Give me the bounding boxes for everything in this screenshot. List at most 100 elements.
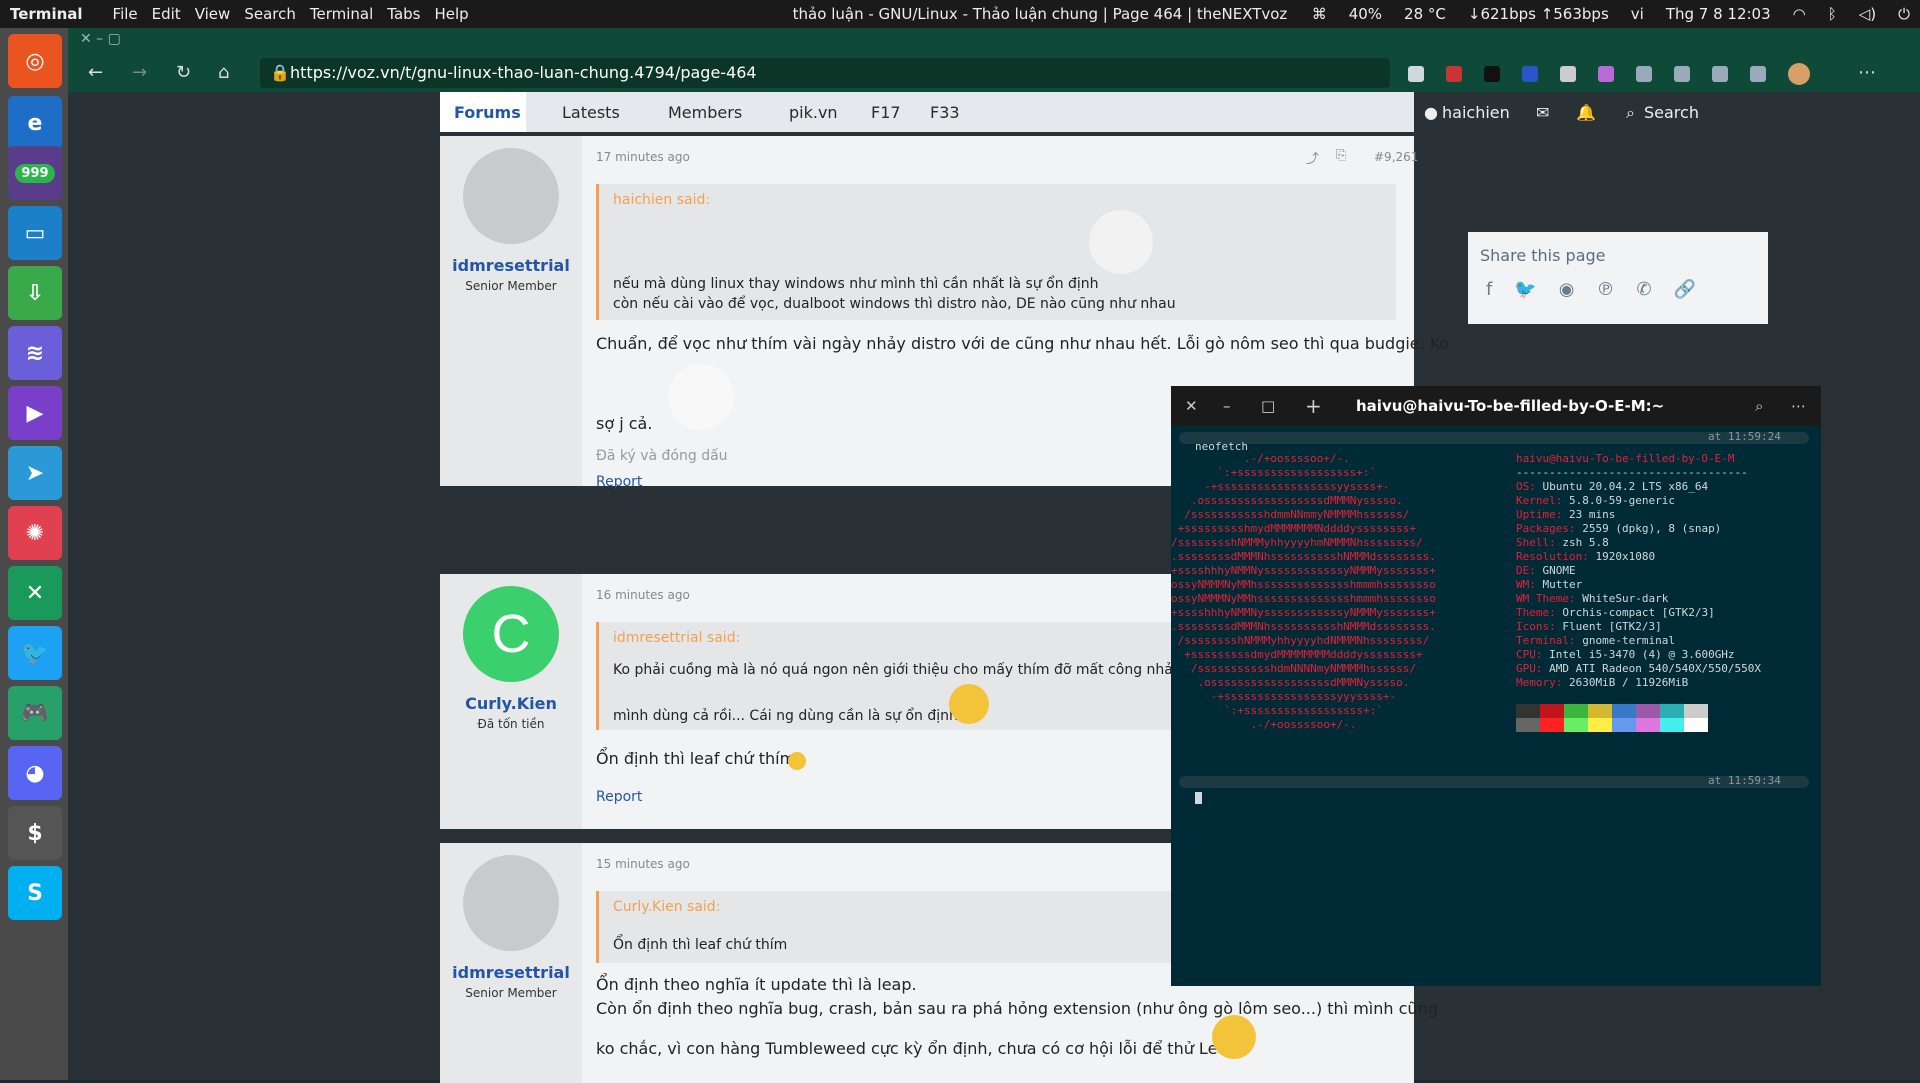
extensions-icon[interactable] [1636, 66, 1652, 82]
home-icon[interactable]: ⌂ [218, 62, 229, 83]
menu-help[interactable]: Help [434, 5, 468, 23]
menu-search[interactable]: Search [244, 5, 296, 23]
reload-icon[interactable]: ↻ [176, 62, 191, 83]
report-link[interactable]: Report [596, 789, 642, 805]
play-icon[interactable]: ▶ [8, 386, 62, 440]
avatar[interactable]: C [463, 586, 559, 682]
twitter-icon[interactable]: 🐦 [8, 626, 62, 680]
status-temp[interactable]: 28 °C [1404, 5, 1446, 23]
info-row: DE: GNOME [1516, 564, 1576, 577]
share-post-icon[interactable]: ⤴ [1306, 148, 1319, 167]
post-time[interactable]: 16 minutes ago [596, 588, 690, 602]
profile-avatar[interactable] [1788, 63, 1810, 85]
forward-icon[interactable]: → [132, 62, 147, 83]
gamepad-icon[interactable]: 🎮 [8, 686, 62, 740]
status-clock[interactable]: Thg 7 8 12:03 [1666, 5, 1771, 23]
nav-latests[interactable]: Latests [562, 103, 620, 122]
pinwheel-icon[interactable]: ✺ [8, 506, 62, 560]
share-icon[interactable] [1750, 66, 1766, 82]
telegram-icon[interactable]: ➤ [8, 446, 62, 500]
notification-badge[interactable]: 999 [8, 146, 62, 200]
wave-icon[interactable]: ≋ [8, 326, 62, 380]
favorites-icon[interactable] [1674, 66, 1690, 82]
status-cpu[interactable]: 40% [1349, 5, 1382, 23]
share-title: Share this page [1480, 246, 1606, 265]
quote-author[interactable]: haichien said: [599, 184, 1396, 208]
menu-terminal[interactable]: Terminal [310, 5, 373, 23]
nav-user[interactable]: haichien [1442, 103, 1510, 122]
extension-5-icon[interactable] [1560, 66, 1576, 82]
pinterest-icon[interactable]: ℗ [1596, 279, 1614, 300]
post-1-user: idmresettrial Senior Member [440, 136, 582, 486]
lock-icon: 🔒 [270, 63, 290, 82]
nav-f33[interactable]: F33 [930, 103, 960, 122]
download-icon[interactable]: ⇩ [8, 266, 62, 320]
files-icon[interactable]: ▭ [8, 206, 62, 260]
info-row: WM Theme: WhiteSur-dark [1516, 592, 1669, 605]
nav-f17[interactable]: F17 [871, 103, 901, 122]
app-name[interactable]: Terminal [10, 5, 83, 23]
bell-icon[interactable]: 🔔 [1576, 103, 1596, 122]
extension-4-icon[interactable] [1522, 66, 1538, 82]
user-title: Đã tốn tiền [477, 717, 545, 731]
money-icon[interactable]: $ [8, 806, 62, 860]
browser-icon[interactable]: e [8, 96, 62, 150]
nav-search[interactable]: Search [1644, 103, 1699, 122]
window-controls[interactable]: ✕ – ▢ [80, 31, 121, 47]
discord-icon[interactable]: ◕ [8, 746, 62, 800]
avatar[interactable] [463, 855, 559, 951]
volume-icon[interactable]: ◁) [1859, 5, 1876, 23]
menu-tabs[interactable]: Tabs [387, 5, 420, 23]
crossover-icon[interactable]: ✕ [8, 566, 62, 620]
reddit-icon[interactable]: ◉ [1559, 279, 1575, 300]
status-net[interactable]: ↓621bps ↑563bps [1468, 5, 1609, 23]
extension-3-icon[interactable] [1484, 66, 1500, 82]
inbox-icon[interactable]: ✉ [1536, 103, 1549, 122]
ubuntu-icon[interactable]: ◎ [8, 34, 62, 88]
wifi-icon[interactable]: ◠ [1793, 5, 1806, 23]
bookmark-icon[interactable]: ⎘ [1336, 148, 1346, 163]
facebook-icon[interactable]: f [1486, 279, 1492, 300]
extension-2-icon[interactable] [1446, 66, 1462, 82]
maximize-icon[interactable]: □ [1261, 397, 1275, 415]
search-icon[interactable]: ⌕ [1755, 397, 1763, 415]
menu-icon[interactable]: ⋯ [1791, 397, 1806, 415]
collections-icon[interactable] [1712, 66, 1728, 82]
tab-strip: ✕ – ▢ [68, 28, 1920, 54]
nav-pik[interactable]: pik.vn [789, 103, 838, 122]
link-icon[interactable]: 🔗 [1674, 279, 1696, 300]
whatsapp-icon[interactable]: ✆ [1636, 279, 1651, 300]
more-icon[interactable]: ⋯ [1858, 62, 1876, 83]
avatar[interactable] [463, 148, 559, 244]
search-icon[interactable]: ⌕ [1626, 103, 1635, 123]
back-icon[interactable]: ← [88, 62, 103, 83]
menu-file[interactable]: File [113, 5, 138, 23]
minimize-icon[interactable]: – [1223, 397, 1231, 415]
username[interactable]: idmresettrial [440, 256, 582, 275]
extension-6-icon[interactable] [1598, 66, 1614, 82]
twitter-share-icon[interactable]: 🐦 [1514, 279, 1536, 300]
status-lang[interactable]: vi [1631, 5, 1644, 23]
menu-edit[interactable]: Edit [152, 5, 181, 23]
nav-members[interactable]: Members [668, 103, 742, 122]
post-message: Chuẩn, để vọc như thím vài ngày nhảy dis… [596, 334, 1450, 353]
skype-icon[interactable]: S [8, 866, 62, 920]
user-avatar[interactable]: ● [1424, 103, 1438, 122]
url-input[interactable]: 🔒 https://voz.vn/t/gnu-linux-thao-luan-c… [260, 58, 1390, 88]
post-time[interactable]: 15 minutes ago [596, 857, 690, 871]
new-tab-icon[interactable]: + [1305, 394, 1322, 418]
power-icon[interactable]: ⏻ [1898, 5, 1910, 23]
extension-1-icon[interactable] [1408, 66, 1424, 82]
nav-forums[interactable]: Forums [440, 92, 526, 132]
menu-view[interactable]: View [195, 5, 231, 23]
cursor[interactable] [1195, 792, 1202, 804]
report-link[interactable]: Report [596, 474, 642, 490]
close-icon[interactable]: ✕ [1185, 397, 1198, 415]
post-time[interactable]: 17 minutes ago [596, 150, 690, 164]
info-row: Theme: Orchis-compact [GTK2/3] [1516, 606, 1715, 619]
post-number[interactable]: #9,261 [1374, 150, 1418, 164]
bluetooth-icon[interactable]: ᛒ [1828, 5, 1837, 23]
status-cmd[interactable]: ⌘ [1312, 5, 1327, 23]
username[interactable]: Curly.Kien [440, 694, 582, 713]
username[interactable]: idmresettrial [440, 963, 582, 982]
